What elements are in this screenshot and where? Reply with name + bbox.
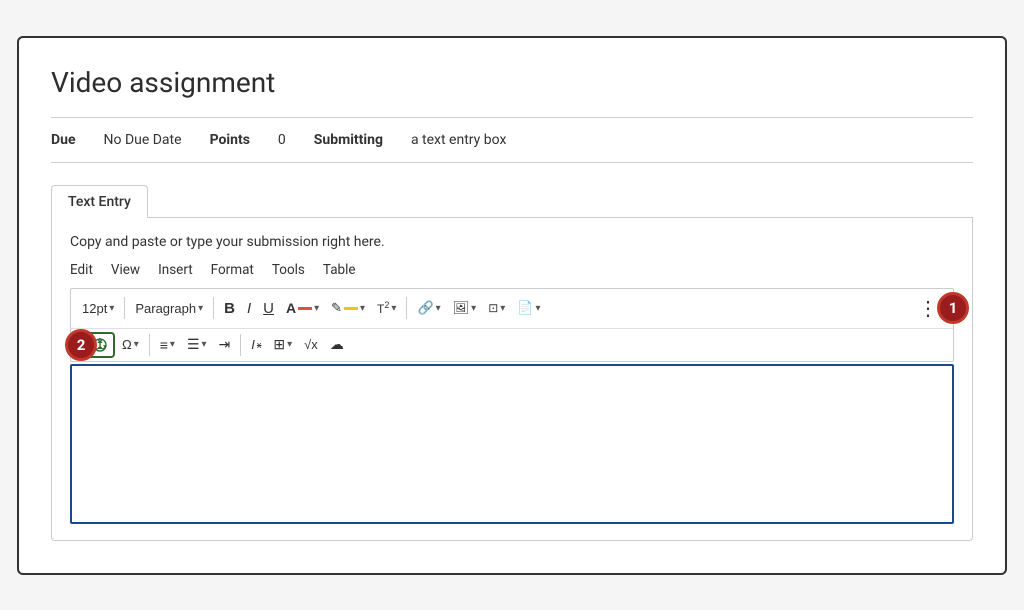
list-icon: ☰ [187, 336, 200, 353]
plugin-btn-wrap: 2 [85, 332, 115, 358]
menu-view[interactable]: View [111, 262, 140, 278]
due-value: No Due Date [104, 132, 182, 148]
text-color-icon: A [286, 300, 296, 316]
link-icon: 🔗 [417, 300, 433, 316]
cloud-button[interactable]: ☁ [325, 332, 349, 357]
text-color-button[interactable]: A ▾ [281, 296, 324, 320]
superscript-button[interactable]: T2 ▾ [372, 296, 401, 320]
table-insert-chevron: ▾ [287, 339, 292, 350]
embed-chevron: ▾ [500, 303, 505, 314]
sep-1 [124, 297, 125, 319]
text-input-area[interactable] [70, 364, 954, 524]
image-icon: 🖼 [453, 300, 470, 316]
table-insert-button[interactable]: ⊞ ▾ [268, 332, 297, 357]
menu-edit[interactable]: Edit [70, 262, 93, 278]
align-chevron: ▾ [170, 339, 175, 350]
menu-insert[interactable]: Insert [158, 262, 193, 278]
points-value: 0 [278, 132, 286, 148]
clear-format-button[interactable]: I x [246, 333, 266, 356]
doc-icon: 📄 [517, 300, 533, 316]
menu-tools[interactable]: Tools [272, 262, 305, 278]
badge-2: 2 [65, 329, 97, 361]
submitting-value: a text entry box [411, 132, 506, 148]
due-label: Due [51, 132, 76, 148]
font-size-chevron: ▾ [109, 303, 114, 314]
tab-text-entry[interactable]: Text Entry [51, 185, 148, 218]
image-button[interactable]: 🖼 ▾ [448, 296, 482, 320]
sep-2 [213, 297, 214, 319]
toolbar-row-2: 2 Ω ▾ ≡ ▾ ☰ ▾ ⇥ [71, 329, 953, 361]
image-chevron: ▾ [471, 303, 476, 314]
editor-area: Copy and paste or type your submission r… [51, 218, 973, 541]
tab-bar: Text Entry [51, 185, 973, 218]
clear-format-icon: I [251, 337, 255, 352]
superscript-chevron: ▾ [391, 303, 396, 314]
special-char-icon: Ω [122, 337, 132, 352]
font-size-label: 12pt [82, 301, 107, 316]
bold-button[interactable]: B [219, 296, 240, 321]
list-chevron: ▾ [202, 339, 207, 350]
highlight-chevron: ▾ [360, 303, 365, 314]
special-char-chevron: ▾ [134, 339, 139, 350]
editor-hint: Copy and paste or type your submission r… [70, 234, 954, 250]
highlight-bar [344, 307, 358, 310]
doc-chevron: ▾ [535, 303, 540, 314]
embed-button[interactable]: ⊡ ▾ [483, 297, 510, 319]
highlight-button[interactable]: ✎ ▾ [326, 296, 370, 320]
superscript-icon: T2 [377, 300, 389, 316]
clear-format-sub: x [257, 340, 262, 350]
underline-button[interactable]: U [258, 296, 279, 321]
badge-1: 1 [937, 292, 969, 324]
doc-button[interactable]: 📄 ▾ [512, 296, 545, 320]
font-size-button[interactable]: 12pt ▾ [77, 297, 119, 320]
embed-icon: ⊡ [488, 301, 498, 315]
cloud-icon: ☁ [330, 336, 344, 353]
align-icon: ≡ [160, 337, 168, 353]
list-button[interactable]: ☰ ▾ [182, 332, 212, 357]
toolbar-container: 12pt ▾ Paragraph ▾ B I U A ▾ ✎ [70, 288, 954, 362]
indent-icon: ⇥ [219, 336, 231, 353]
paragraph-label: Paragraph [135, 301, 196, 316]
more-btn-wrap: ⋮ 1 [911, 292, 947, 325]
indent-button[interactable]: ⇥ [214, 332, 236, 357]
sep-5 [240, 334, 241, 356]
toolbar-row-1: 12pt ▾ Paragraph ▾ B I U A ▾ ✎ [71, 289, 953, 329]
math-button[interactable]: √x [299, 333, 323, 356]
divider-1 [51, 117, 973, 118]
align-button[interactable]: ≡ ▾ [155, 333, 180, 357]
text-color-chevron: ▾ [314, 303, 319, 314]
meta-row: Due No Due Date Points 0 Submitting a te… [51, 132, 973, 148]
text-color-bar [298, 307, 312, 310]
special-char-button[interactable]: Ω ▾ [117, 333, 144, 356]
link-button[interactable]: 🔗 ▾ [412, 296, 445, 320]
page-title: Video assignment [51, 66, 973, 99]
menu-table[interactable]: Table [323, 262, 356, 278]
highlight-icon: ✎ [331, 300, 342, 316]
table-insert-icon: ⊞ [273, 336, 285, 353]
divider-2 [51, 162, 973, 163]
submitting-label: Submitting [314, 132, 383, 148]
sep-4 [149, 334, 150, 356]
points-label: Points [210, 132, 250, 148]
paragraph-button[interactable]: Paragraph ▾ [130, 297, 208, 320]
italic-button[interactable]: I [242, 296, 256, 321]
para-chevron: ▾ [198, 303, 203, 314]
math-icon: √x [304, 337, 318, 352]
sep-3 [406, 297, 407, 319]
main-window: Video assignment Due No Due Date Points … [17, 36, 1007, 575]
link-chevron: ▾ [436, 303, 441, 314]
menu-bar: Edit View Insert Format Tools Table [70, 262, 954, 278]
menu-format[interactable]: Format [211, 262, 254, 278]
